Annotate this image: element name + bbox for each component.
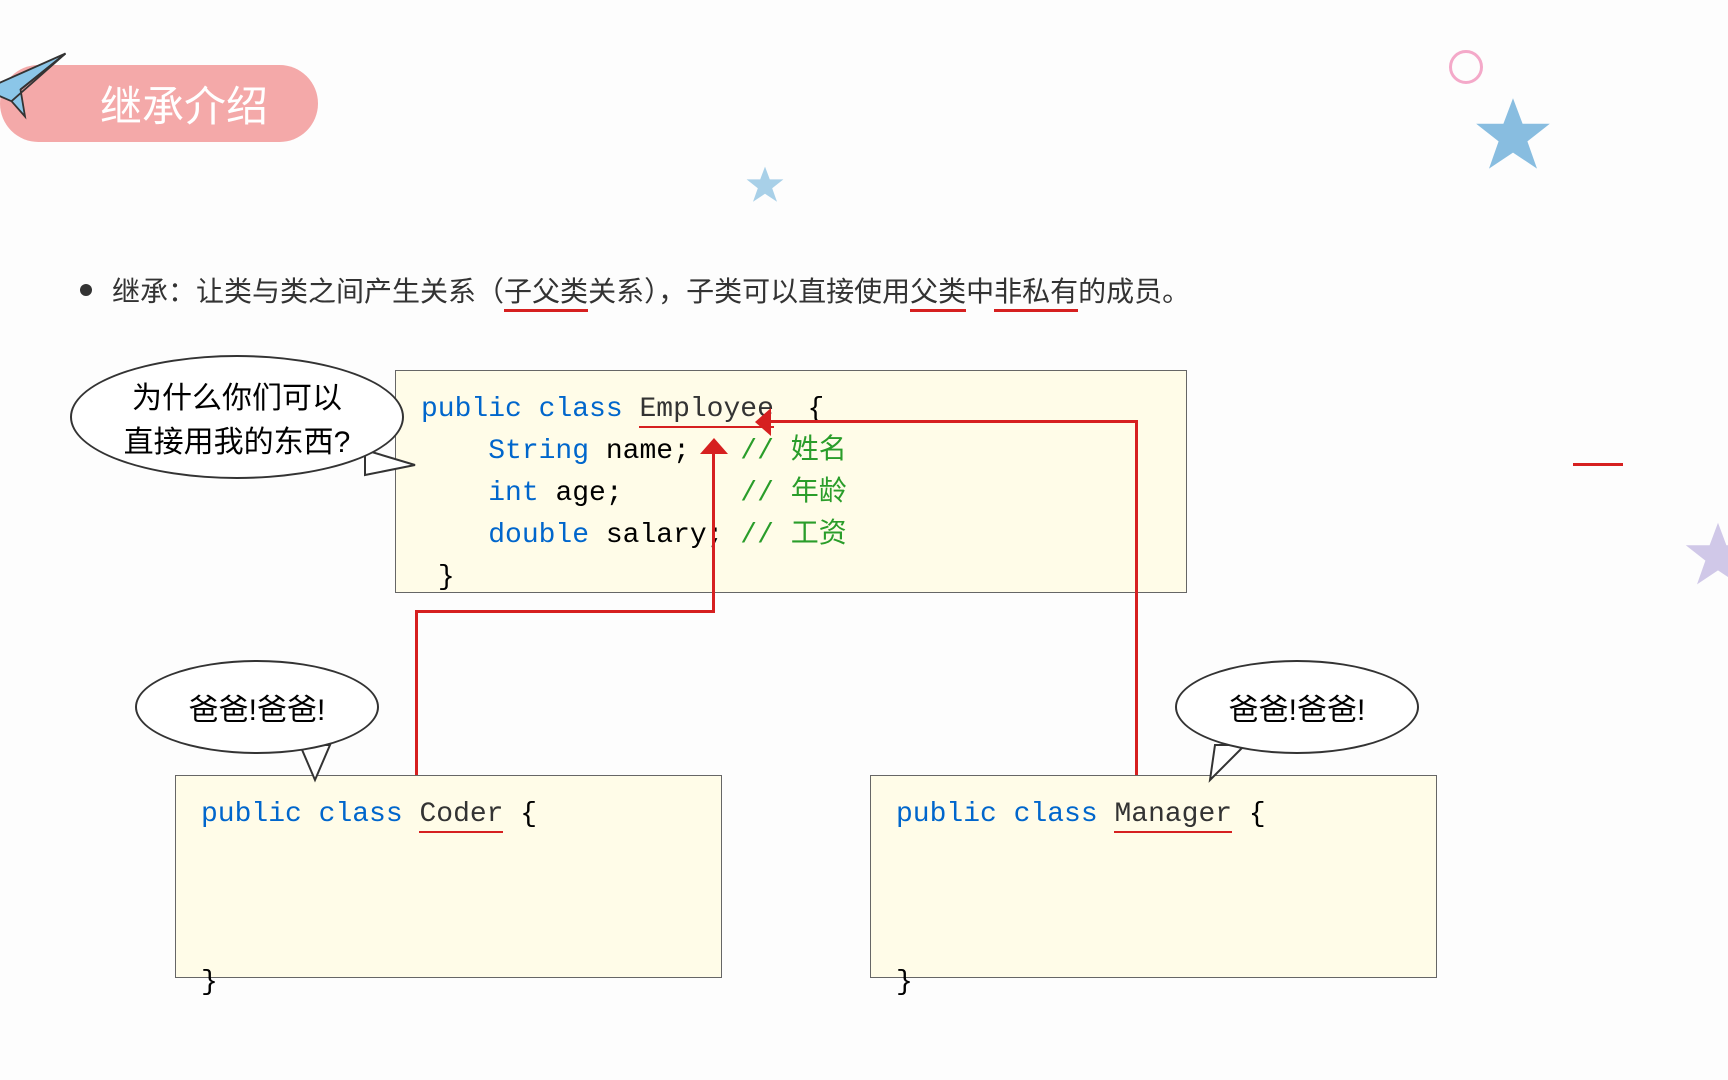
paper-plane-icon: [0, 40, 70, 130]
bullet-dot-icon: [80, 284, 92, 296]
speech-bubble-employee: 为什么你们可以 直接用我的东西?: [70, 355, 404, 479]
star-icon: [1473, 95, 1553, 175]
arrow-line: [760, 420, 1138, 423]
star-icon: [1683, 520, 1728, 590]
arrow-head-icon: [700, 438, 728, 454]
red-line: [1573, 463, 1623, 466]
speech-bubble-coder: 爸爸!爸爸!: [135, 660, 379, 754]
arrow-line: [1135, 420, 1138, 775]
code-box-coder: public class Coder { }: [175, 775, 722, 978]
bullet-point: 继承：让类与类之间产生关系（子父类关系），子类可以直接使用父类中非私有的成员。: [80, 270, 1190, 310]
arrow-line: [415, 610, 418, 775]
speech-bubble-manager: 爸爸!爸爸!: [1175, 660, 1419, 754]
bullet-text: 继承：让类与类之间产生关系（子父类关系），子类可以直接使用父类中非私有的成员。: [112, 270, 1190, 310]
circle-icon: [1449, 50, 1483, 84]
arrow-head-icon: [755, 408, 771, 436]
arrow-line: [712, 443, 715, 613]
code-box-manager: public class Manager { }: [870, 775, 1437, 978]
arrow-line: [415, 610, 715, 613]
star-icon: [745, 165, 785, 205]
code-box-employee: public class Employee { String name; // …: [395, 370, 1187, 593]
